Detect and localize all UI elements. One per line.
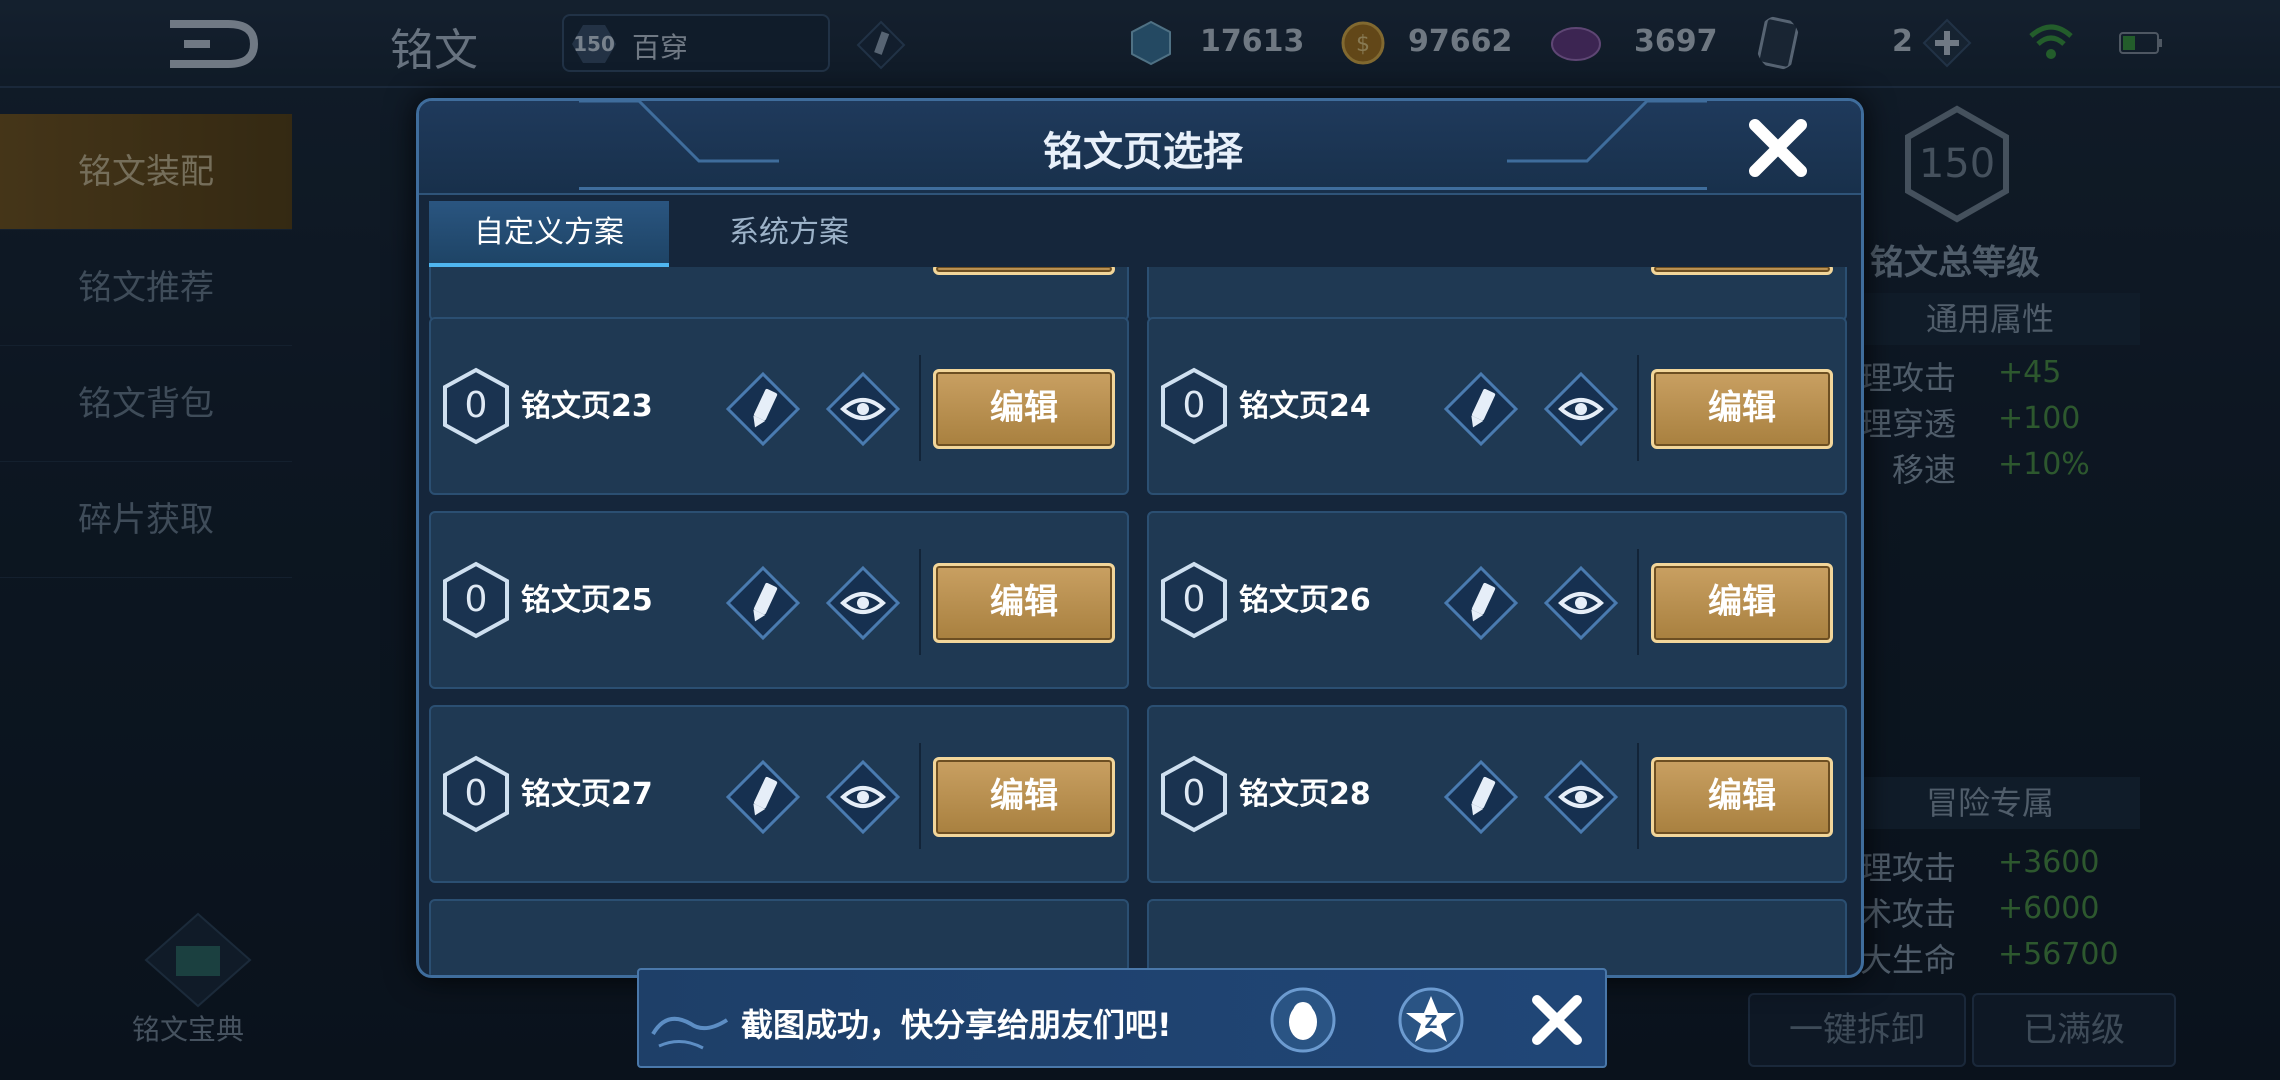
rune-page-card[interactable]: 0 铭文页24 编辑 — [1147, 317, 1847, 495]
card-divider — [1637, 743, 1639, 849]
card-divider — [919, 549, 921, 655]
rename-pencil-icon[interactable] — [725, 759, 801, 835]
preview-eye-icon[interactable] — [1543, 565, 1619, 641]
svg-text:Z: Z — [1424, 1012, 1437, 1033]
edit-button[interactable]: 编辑 — [933, 563, 1115, 643]
rename-pencil-icon[interactable] — [1443, 759, 1519, 835]
dialog-tabs: 自定义方案 系统方案 — [429, 201, 1849, 267]
page-name: 铭文页27 — [521, 777, 653, 812]
dialog-header: 铭文页选择 — [419, 101, 1861, 195]
edit-button[interactable]: 编辑 — [933, 369, 1115, 449]
rune-page-card-partial — [1147, 267, 1847, 321]
preview-eye-icon[interactable] — [1543, 371, 1619, 447]
card-divider — [1637, 549, 1639, 655]
rune-page-card-partial — [429, 899, 1129, 975]
rune-page-card[interactable]: 0 铭文页28 编辑 — [1147, 705, 1847, 883]
qq-icon[interactable] — [1269, 986, 1337, 1054]
edit-button[interactable]: 编辑 — [1651, 369, 1833, 449]
card-divider — [1637, 355, 1639, 461]
edit-button[interactable] — [933, 267, 1115, 275]
page-level: 0 — [464, 773, 488, 814]
edit-button[interactable]: 编辑 — [1651, 757, 1833, 837]
qzone-icon[interactable]: Z — [1397, 986, 1465, 1054]
preview-eye-icon[interactable] — [825, 565, 901, 641]
rune-page-select-dialog: 铭文页选择 自定义方案 系统方案 0 铭文页23 编辑 0 铭文页24 编辑 0 铭文页25 编… — [416, 98, 1864, 978]
edit-button[interactable] — [1651, 267, 1833, 275]
rename-pencil-icon[interactable] — [1443, 371, 1519, 447]
preview-eye-icon[interactable] — [825, 759, 901, 835]
card-divider — [919, 355, 921, 461]
edit-button[interactable]: 编辑 — [933, 757, 1115, 837]
page-name: 铭文页23 — [521, 389, 653, 424]
rune-page-card[interactable]: 0 铭文页27 编辑 — [429, 705, 1129, 883]
tab-custom[interactable]: 自定义方案 — [429, 201, 669, 267]
page-name: 铭文页24 — [1239, 389, 1371, 424]
edit-button[interactable]: 编辑 — [1651, 563, 1833, 643]
page-level: 0 — [1182, 773, 1206, 814]
rune-page-grid: 0 铭文页23 编辑 0 铭文页24 编辑 0 铭文页25 编辑 0 铭文页26 编辑 0 铭文页27 编辑… — [429, 267, 1857, 975]
tab-system[interactable]: 系统方案 — [669, 201, 909, 267]
card-divider — [919, 743, 921, 849]
rune-page-card[interactable]: 0 铭文页23 编辑 — [429, 317, 1129, 495]
page-level: 0 — [464, 579, 488, 620]
close-toast-icon[interactable] — [1523, 986, 1591, 1054]
rune-page-card[interactable]: 0 铭文页26 编辑 — [1147, 511, 1847, 689]
rune-page-card-partial — [429, 267, 1129, 321]
screenshot-toast: 截图成功，快分享给朋友们吧! Z — [637, 968, 1607, 1068]
preview-eye-icon[interactable] — [825, 371, 901, 447]
page-level: 0 — [1182, 579, 1206, 620]
close-icon[interactable] — [1745, 115, 1811, 181]
page-name: 铭文页25 — [521, 583, 653, 618]
page-name: 铭文页28 — [1239, 777, 1371, 812]
page-name: 铭文页26 — [1239, 583, 1371, 618]
rename-pencil-icon[interactable] — [1443, 565, 1519, 641]
dialog-title: 铭文页选择 — [1043, 129, 1243, 175]
rune-page-card-partial — [1147, 899, 1847, 975]
rename-pencil-icon[interactable] — [725, 565, 801, 641]
rename-pencil-icon[interactable] — [725, 371, 801, 447]
rune-page-card[interactable]: 0 铭文页25 编辑 — [429, 511, 1129, 689]
preview-eye-icon[interactable] — [1543, 759, 1619, 835]
page-level: 0 — [1182, 385, 1206, 426]
toast-message: 截图成功，快分享给朋友们吧! — [741, 1006, 1172, 1044]
page-level: 0 — [464, 385, 488, 426]
cloud-swirl-icon — [651, 1016, 729, 1050]
